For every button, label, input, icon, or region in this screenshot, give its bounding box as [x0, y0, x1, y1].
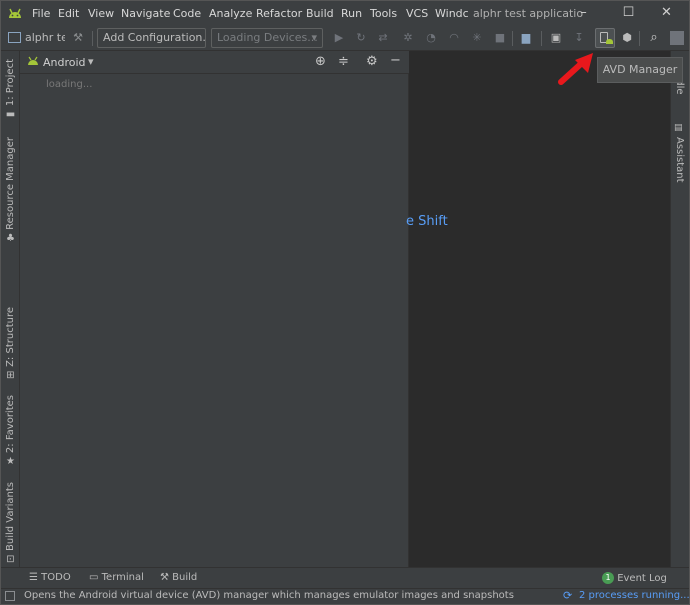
resources-icon: ♣ — [6, 232, 15, 244]
terminal-tab-label: Terminal — [101, 572, 144, 583]
project-name[interactable]: alphr te: — [25, 31, 65, 44]
project-tree[interactable]: loading... — [20, 74, 409, 567]
hide-panel-icon[interactable]: − — [390, 53, 401, 68]
favorites-tab-label: 2: Favorites — [5, 395, 16, 454]
main-toolbar: alphr te: ⚒ Add Configuration... Loading… — [1, 26, 689, 51]
editor-hint-text: e Shift — [406, 214, 448, 229]
hammer-icon: ⚒ — [160, 572, 173, 583]
stop-icon[interactable]: ■ — [493, 31, 507, 45]
editor-area[interactable]: e Shift — [406, 51, 670, 567]
chevron-down-icon: ▾ — [311, 31, 317, 44]
structure-tab-label: Z: Structure — [5, 307, 16, 367]
terminal-tab[interactable]: ▭ Terminal — [89, 572, 144, 583]
locate-file-icon[interactable]: ⊕ — [315, 54, 326, 69]
minimize-button[interactable]: – — [561, 1, 606, 26]
red-arrow-annotation — [555, 51, 597, 90]
android-icon — [27, 56, 39, 69]
build-tab[interactable]: ⚒ Build — [160, 572, 197, 583]
menu-code[interactable]: Code — [173, 7, 201, 20]
toolbar-separator — [639, 31, 640, 46]
menu-run[interactable]: Run — [341, 7, 362, 20]
title-bar: File Edit View Navigate Code Analyze Ref… — [1, 1, 689, 26]
close-button[interactable]: ✕ — [644, 1, 689, 26]
toolbar-separator — [92, 31, 93, 46]
project-panel-header: Android ▾ ⊕ ≑ ⚙ − — [20, 51, 409, 74]
status-bar: Opens the Android virtual device (AVD) m… — [1, 588, 690, 604]
project-tab-label: 1: Project — [5, 59, 16, 107]
debug-icon[interactable]: ✲ — [401, 31, 415, 45]
profiler-icon[interactable]: ◠ — [447, 31, 461, 45]
list-icon: ☰ — [29, 572, 42, 583]
hammer-icon[interactable]: ⚒ — [71, 31, 85, 45]
resource-manager-tab[interactable]: Resource Manager ♣ — [1, 137, 20, 244]
right-tool-stripe: ◆ radle ▤ Assistant — [670, 51, 689, 567]
structure-icon: ⊞ — [6, 369, 15, 381]
loading-text: loading... — [46, 79, 93, 90]
android-studio-logo-icon — [7, 6, 23, 23]
profile-icon[interactable]: ◔ — [424, 31, 438, 45]
event-log-tab[interactable]: 1 Event Log — [602, 572, 667, 584]
status-message: Opens the Android virtual device (AVD) m… — [24, 590, 514, 601]
project-tool-tab[interactable]: 1: Project ▬ — [1, 59, 20, 121]
menu-file[interactable]: File — [32, 7, 50, 20]
project-folder-icon — [8, 32, 21, 43]
device-selector[interactable]: Loading Devices... ▾ — [211, 28, 323, 48]
attach-debugger-icon[interactable]: ✳ — [470, 31, 484, 45]
toolbar-separator — [512, 31, 513, 46]
menu-view[interactable]: View — [88, 7, 114, 20]
star-icon: ★ — [6, 456, 15, 468]
gear-icon[interactable]: ⚙ — [366, 54, 378, 69]
avd-manager-button[interactable] — [595, 28, 615, 48]
favorites-tool-tab[interactable]: 2: Favorites ★ — [1, 395, 20, 467]
ide-account-icon[interactable] — [670, 31, 684, 45]
assistant-tool-tab[interactable]: Assistant — [674, 137, 685, 183]
build-variants-icon: ⊡ — [6, 553, 15, 565]
project-structure-icon[interactable]: ▣ — [549, 31, 563, 45]
left-tool-stripe: 1: Project ▬ Resource Manager ♣ Z: Struc… — [1, 51, 20, 567]
terminal-icon: ▭ — [89, 572, 102, 583]
tool-window-toggle-icon[interactable] — [5, 591, 15, 601]
collapse-all-icon[interactable]: ≑ — [338, 54, 349, 69]
menu-vcs[interactable]: VCS — [406, 7, 428, 20]
event-log-label: Event Log — [617, 573, 667, 584]
event-count-badge: 1 — [602, 572, 614, 584]
avd-manager-tooltip: AVD Manager — [597, 57, 683, 83]
menu-edit[interactable]: Edit — [58, 7, 79, 20]
menu-analyze[interactable]: Analyze — [209, 7, 252, 20]
android-head-icon — [606, 39, 613, 44]
sync-project-icon[interactable]: ▆ — [519, 31, 533, 45]
project-view-selector[interactable]: Android — [43, 56, 86, 69]
menu-build[interactable]: Build — [306, 7, 334, 20]
search-icon[interactable]: ⌕ — [647, 31, 661, 45]
menu-refactor[interactable]: Refactor — [256, 7, 302, 20]
bottom-tool-stripe: ☰ TODO ▭ Terminal ⚒ Build 1 Event Log — [1, 567, 689, 588]
run-icon[interactable]: ▶ — [332, 31, 346, 45]
sdk-manager-icon[interactable]: ↧ — [572, 31, 586, 45]
apply-code-changes-icon[interactable]: ⇄ — [376, 31, 390, 45]
menu-window[interactable]: Windc — [435, 7, 469, 20]
device-manager-icon[interactable]: ⬢ — [620, 31, 634, 45]
chevron-down-icon[interactable]: ▾ — [88, 55, 94, 68]
structure-tool-tab[interactable]: Z: Structure ⊞ — [1, 307, 20, 381]
todo-tab[interactable]: ☰ TODO — [29, 572, 71, 583]
build-variants-tab[interactable]: Build Variants ⊡ — [1, 482, 20, 565]
toolbar-separator — [541, 31, 542, 46]
device-selector-label: Loading Devices... — [217, 31, 318, 44]
background-processes-link[interactable]: 2 processes running... — [579, 590, 690, 601]
build-variants-label: Build Variants — [5, 482, 16, 551]
apply-changes-icon[interactable]: ↻ — [354, 31, 368, 45]
add-configuration-button[interactable]: Add Configuration... — [97, 28, 206, 48]
menu-tools[interactable]: Tools — [370, 7, 397, 20]
assistant-icon: ▤ — [674, 123, 683, 133]
resource-manager-label: Resource Manager — [5, 137, 16, 230]
spinner-icon: ⟳ — [563, 589, 573, 602]
todo-tab-label: TODO — [41, 572, 71, 583]
menu-navigate[interactable]: Navigate — [121, 7, 170, 20]
build-tab-label: Build — [172, 572, 198, 583]
folder-icon: ▬ — [5, 109, 16, 121]
